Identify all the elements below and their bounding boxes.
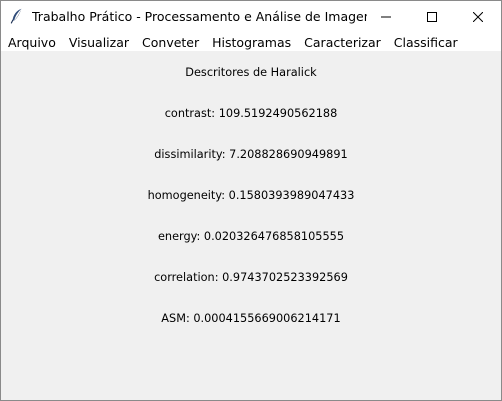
app-window: Trabalho Prático - Processamento e Análi… xyxy=(0,0,502,401)
menu-caracterizar[interactable]: Caracterizar xyxy=(304,33,381,51)
menu-visualizar[interactable]: Visualizar xyxy=(69,33,129,51)
descriptor-contrast: contrast: 109.5192490562188 xyxy=(164,107,338,120)
maximize-button[interactable] xyxy=(409,1,455,32)
descriptor-energy: energy: 0.020326476858105555 xyxy=(157,230,345,243)
menu-arquivo[interactable]: Arquivo xyxy=(8,33,56,51)
content-area: Descritores de Haralick contrast: 109.51… xyxy=(1,51,501,400)
window-title: Trabalho Prático - Processamento e Análi… xyxy=(32,9,367,24)
close-icon xyxy=(472,7,484,26)
title-bar[interactable]: Trabalho Prático - Processamento e Análi… xyxy=(1,1,501,32)
menu-classificar[interactable]: Classificar xyxy=(394,33,458,51)
menu-bar: Arquivo Visualizar Conveter Histogramas … xyxy=(1,32,501,51)
feather-icon xyxy=(10,8,24,24)
descriptor-correlation: correlation: 0.9743702523392569 xyxy=(154,271,348,284)
minimize-button[interactable] xyxy=(363,1,409,32)
descriptor-asm: ASM: 0.0004155669006214171 xyxy=(161,312,341,325)
menu-histogramas[interactable]: Histogramas xyxy=(212,33,291,51)
descriptor-dissimilarity: dissimilarity: 7.208828690949891 xyxy=(154,148,348,161)
close-button[interactable] xyxy=(455,1,501,32)
menu-conveter[interactable]: Conveter xyxy=(142,33,199,51)
descriptors-heading: Descritores de Haralick xyxy=(185,66,317,79)
maximize-icon xyxy=(427,7,437,26)
descriptor-homogeneity: homogeneity: 0.1580393989047433 xyxy=(147,189,355,202)
minimize-icon xyxy=(381,7,391,26)
